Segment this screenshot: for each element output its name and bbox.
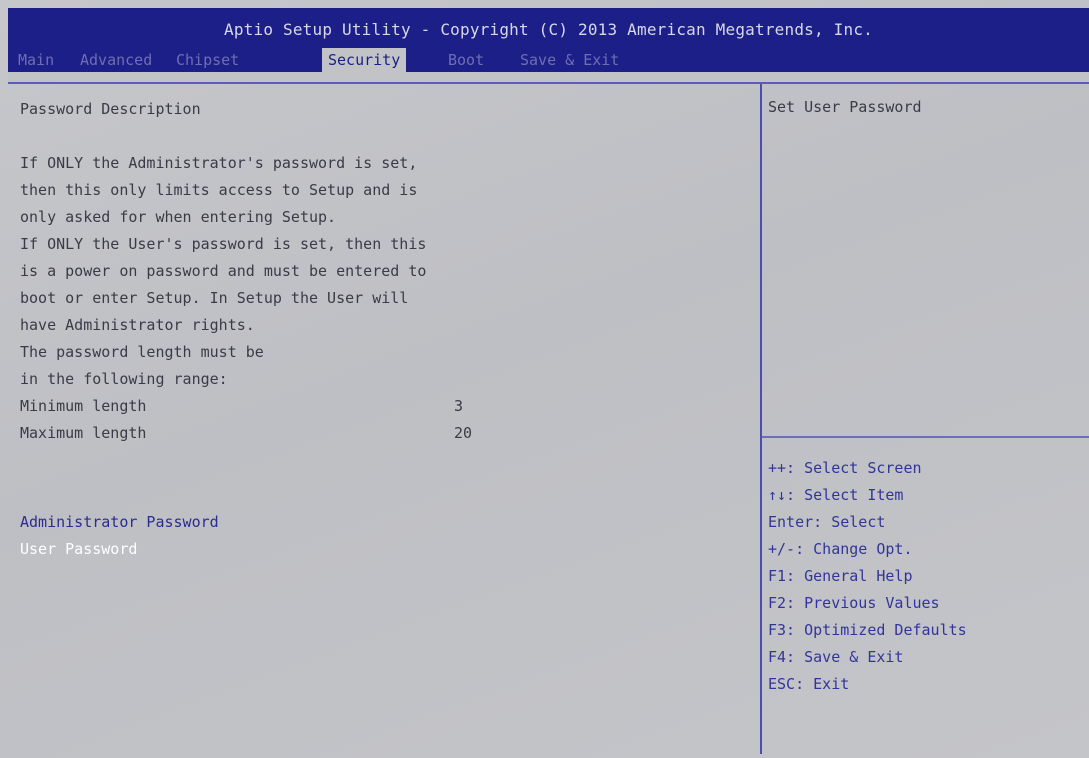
minimum-length-label: Minimum length <box>20 397 147 415</box>
key-esc-exit: ESC: Exit <box>768 675 850 693</box>
key-select-screen: ++: Select Screen <box>768 459 922 477</box>
main-panel: Password Description If ONLY the Adminis… <box>8 84 760 754</box>
minimum-length-value: 3 <box>454 397 464 415</box>
description-line: The password length must be <box>20 343 264 361</box>
window-title: Aptio Setup Utility - Copyright (C) 2013… <box>224 20 873 39</box>
key-change-opt: +/-: Change Opt. <box>768 540 913 558</box>
tab-save-exit[interactable]: Save & Exit <box>520 48 619 72</box>
tab-security[interactable]: Security <box>322 48 407 72</box>
description-line: is a power on password and must be enter… <box>20 262 427 280</box>
administrator-password-item[interactable]: Administrator Password <box>20 511 219 533</box>
key-general-help: F1: General Help <box>768 567 913 585</box>
description-line: If ONLY the User's password is set, then… <box>20 235 427 253</box>
password-description-heading: Password Description <box>20 100 201 118</box>
key-save-exit: F4: Save & Exit <box>768 648 904 666</box>
key-optimized-defaults: F3: Optimized Defaults <box>768 621 967 639</box>
key-select-item: ↑↓: Select Item <box>768 486 904 504</box>
description-line: in the following range: <box>20 370 228 388</box>
description-line: If ONLY the Administrator's password is … <box>20 154 418 172</box>
tab-main[interactable]: Main <box>18 48 54 72</box>
tab-boot[interactable]: Boot <box>448 48 484 72</box>
header-divider <box>8 72 1089 84</box>
description-line: then this only limits access to Setup an… <box>20 181 418 199</box>
help-divider <box>762 436 1089 438</box>
tab-advanced[interactable]: Advanced <box>80 48 152 72</box>
user-password-item[interactable]: User Password <box>20 538 137 560</box>
key-previous-values: F2: Previous Values <box>768 594 940 612</box>
panel-divider <box>760 84 762 754</box>
description-line: only asked for when entering Setup. <box>20 208 337 226</box>
maximum-length-label: Maximum length <box>20 424 147 442</box>
help-text: Set User Password <box>768 98 922 116</box>
tab-chipset[interactable]: Chipset <box>176 48 239 72</box>
header-bar: Aptio Setup Utility - Copyright (C) 2013… <box>8 8 1089 72</box>
key-enter-select: Enter: Select <box>768 513 886 531</box>
description-line: boot or enter Setup. In Setup the User w… <box>20 289 409 307</box>
bios-screen: Aptio Setup Utility - Copyright (C) 2013… <box>0 0 1089 758</box>
maximum-length-value: 20 <box>454 424 473 442</box>
description-line: have Administrator rights. <box>20 316 255 334</box>
